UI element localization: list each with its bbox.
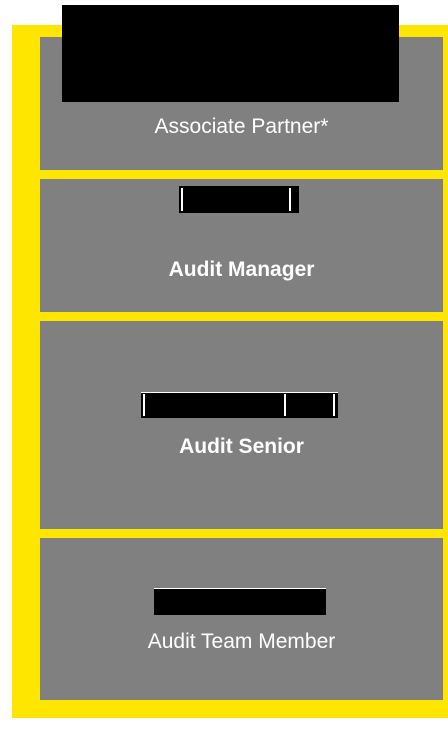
- level-title: Audit Team Member: [147, 630, 336, 653]
- level-title: Audit Senior: [179, 435, 304, 458]
- redacted-block: [179, 186, 299, 213]
- level-title: Associate Partner*: [154, 115, 329, 138]
- redacted-block: [62, 5, 399, 102]
- level-panel-audit-senior: Audit Senior: [40, 321, 443, 529]
- redacted-block: [154, 588, 326, 615]
- level-panel-audit-manager: Audit Manager: [40, 179, 443, 312]
- level-title: Audit Manager: [168, 258, 315, 281]
- level-panel-audit-team-member: Audit Team Member: [40, 538, 443, 700]
- redacted-block: [141, 392, 338, 418]
